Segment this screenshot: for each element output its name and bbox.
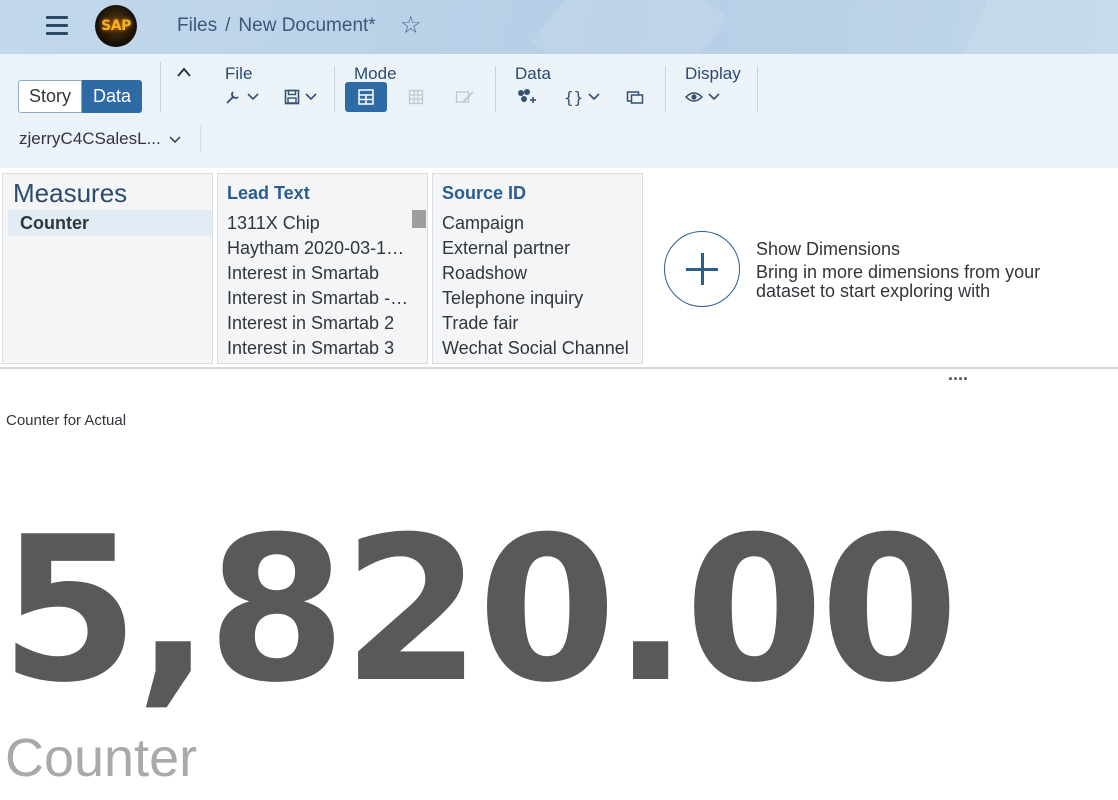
list-item[interactable]: Roadshow: [442, 261, 638, 286]
collapse-toolbar-icon[interactable]: [176, 62, 192, 83]
table-mode-button[interactable]: [408, 84, 424, 110]
story-data-toggle: Story Data: [18, 80, 143, 113]
kpi-measure-label: Counter: [5, 728, 198, 788]
dimension-title: Lead Text: [227, 183, 310, 203]
table-icon: [408, 89, 424, 105]
list-item[interactable]: External partner: [442, 236, 638, 261]
edit-mode-button[interactable]: [455, 84, 475, 110]
chevron-down-icon: [305, 93, 317, 101]
list-item[interactable]: Telephone inquiry: [442, 286, 638, 311]
dimension-title: Source ID: [442, 183, 527, 203]
dimension-panel-lead-text: Lead Text 1311X Chip Haytham 2020-03-19.…: [217, 173, 428, 364]
dimension-member-list: Campaign External partner Roadshow Telep…: [442, 211, 638, 361]
model-name-label: zjerryC4CSalesL...: [19, 129, 161, 148]
formula-menu[interactable]: {}: [564, 84, 600, 110]
story-view-button[interactable]: Story: [18, 80, 83, 113]
data-group-label: Data: [515, 64, 551, 83]
app-root: SAP Files / New Document* ☆ Story Data F…: [0, 0, 1118, 800]
show-dimensions-link[interactable]: Show Dimensions: [756, 239, 900, 260]
sap-logo: SAP: [95, 5, 137, 47]
copy-data-button[interactable]: [626, 84, 644, 110]
list-item[interactable]: Interest in Smartab 2: [227, 311, 409, 336]
save-menu[interactable]: [284, 84, 317, 110]
copy-icon: [626, 91, 644, 104]
list-item[interactable]: Haytham 2020-03-19...: [227, 236, 409, 261]
add-data-icon: [518, 89, 536, 103]
list-item[interactable]: 1311X Chip: [227, 211, 409, 236]
grid-view-icon: [358, 89, 374, 105]
chevron-down-icon: [708, 93, 720, 101]
shell-decoration: [947, 0, 1118, 54]
measure-item-counter[interactable]: Counter: [8, 210, 212, 236]
dimension-member-list: 1311X Chip Haytham 2020-03-19... Interes…: [227, 211, 409, 361]
explore-mode-button[interactable]: [345, 82, 387, 112]
more-options-icon[interactable]: ....: [948, 364, 968, 385]
breadcrumb: Files / New Document*: [177, 14, 376, 38]
favorite-star-icon[interactable]: ☆: [400, 13, 422, 39]
hamburger-menu-icon[interactable]: [44, 13, 70, 39]
scrollbar-thumb[interactable]: [412, 210, 426, 228]
chart-title: Counter for Actual: [6, 412, 127, 429]
toolbar-separator: [495, 66, 496, 112]
toolbar-separator: [160, 62, 161, 112]
list-item[interactable]: Trade fair: [442, 311, 638, 336]
list-item[interactable]: Interest in Smartab: [227, 261, 409, 286]
logo-text: SAP: [101, 18, 131, 34]
display-menu[interactable]: [685, 84, 720, 110]
toolbar: [0, 54, 1118, 168]
kpi-value: 5,820.00: [0, 494, 959, 727]
add-data-button[interactable]: [516, 84, 536, 110]
toolbar-separator: [665, 66, 666, 112]
toolbar-separator: [334, 66, 335, 112]
model-selector[interactable]: zjerryC4CSalesL...: [19, 129, 181, 149]
toolbar-separator: [757, 66, 758, 112]
chevron-down-icon: [169, 136, 181, 144]
data-view-button[interactable]: Data: [82, 80, 143, 113]
chevron-down-icon: [247, 93, 259, 101]
list-item[interactable]: Interest in Smartab - ...: [227, 286, 409, 311]
list-item[interactable]: Interest in Smartab 3: [227, 336, 409, 361]
edit-tools-menu[interactable]: [224, 84, 259, 110]
breadcrumb-files-link[interactable]: Files: [177, 15, 217, 37]
dimension-panel-source-id: Source ID Campaign External partner Road…: [432, 173, 643, 364]
shell-bar: SAP Files / New Document* ☆: [0, 0, 1118, 54]
display-group-label: Display: [685, 64, 741, 83]
curly-braces-icon: {}: [564, 87, 584, 107]
breadcrumb-separator: /: [225, 15, 231, 36]
file-group-label: File: [225, 64, 253, 83]
measures-title: Measures: [13, 178, 128, 208]
chevron-down-icon: [588, 93, 600, 101]
measures-panel: Measures Counter: [2, 173, 213, 364]
model-separator: [200, 126, 201, 152]
wrench-icon: [226, 91, 239, 104]
pencil-table-icon: [455, 91, 474, 103]
list-item[interactable]: Campaign: [442, 211, 638, 236]
mode-group-label: Mode: [354, 64, 397, 83]
save-icon: [284, 89, 300, 105]
show-dimensions-description: Bring in more dimensions from your datas…: [756, 262, 1041, 301]
eye-icon: [685, 92, 703, 102]
add-dimension-plus-icon[interactable]: [664, 231, 740, 307]
list-item[interactable]: Wechat Social Channel: [442, 336, 638, 361]
document-title: New Document*: [238, 15, 376, 36]
shell-decoration: [531, 0, 729, 54]
